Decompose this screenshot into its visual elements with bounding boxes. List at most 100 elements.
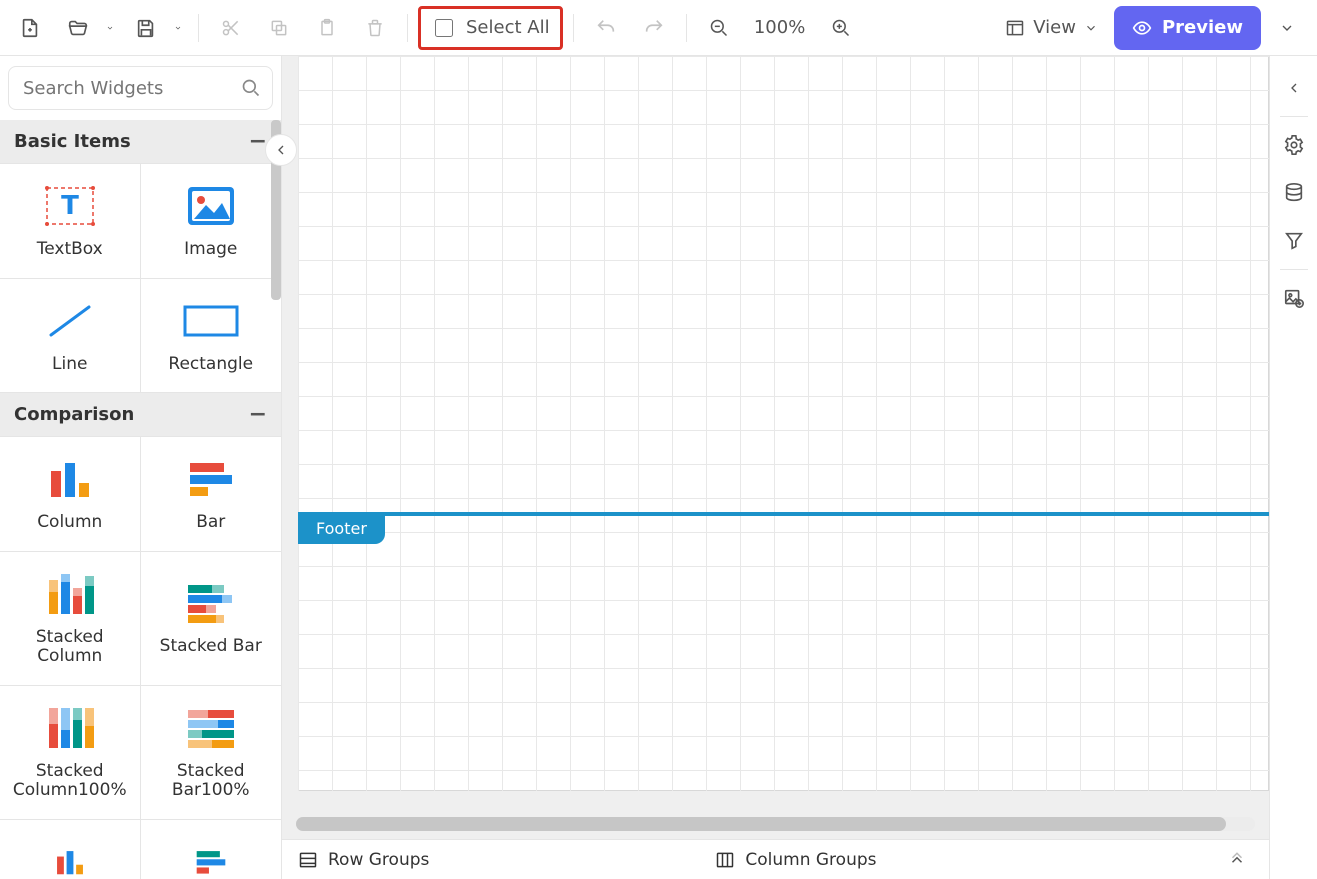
widget-stacked-column[interactable]: Stacked Column	[0, 552, 141, 686]
collapse-sidebar-button[interactable]	[265, 134, 297, 166]
design-area: Footer Row Groups Column Groups	[282, 56, 1269, 879]
image-settings-button[interactable]	[1274, 276, 1314, 320]
more-button[interactable]	[1265, 6, 1309, 50]
chevron-left-icon	[273, 142, 289, 158]
toolbar-separator	[573, 14, 574, 42]
redo-button[interactable]	[632, 6, 676, 50]
search-widgets[interactable]	[8, 66, 273, 110]
widget-more-column[interactable]	[0, 820, 141, 879]
horizontal-scrollbar[interactable]	[296, 817, 1255, 831]
widget-stacked-bar-100[interactable]: Stacked Bar100%	[141, 686, 282, 820]
zoom-level-label: 100%	[745, 17, 815, 38]
open-file-split[interactable]	[56, 6, 120, 50]
image-settings-icon	[1283, 287, 1305, 309]
column-groups-button[interactable]: Column Groups	[715, 850, 876, 870]
chevron-down-icon	[174, 22, 182, 34]
paste-button[interactable]	[305, 6, 349, 50]
widget-stacked-bar[interactable]: Stacked Bar	[141, 552, 282, 686]
column-groups-label: Column Groups	[745, 850, 876, 870]
cut-icon	[221, 18, 241, 38]
select-all-control[interactable]: Select All	[418, 6, 563, 50]
gear-icon	[1283, 134, 1305, 156]
filter-icon	[1283, 230, 1305, 252]
column-chart-icon	[40, 455, 100, 503]
widget-line[interactable]: Line	[0, 279, 141, 394]
footer-tab-label: Footer	[316, 519, 367, 538]
rail-separator	[1280, 116, 1308, 117]
new-file-button[interactable]	[8, 6, 52, 50]
undo-button[interactable]	[584, 6, 628, 50]
row-groups-label: Row Groups	[328, 850, 429, 870]
select-all-checkbox[interactable]	[435, 19, 453, 37]
save-button[interactable]	[124, 6, 168, 50]
svg-text:T: T	[61, 191, 79, 221]
zoom-in-button[interactable]	[819, 6, 863, 50]
section-header-basic[interactable]: Basic Items −	[0, 120, 281, 164]
footer-section-tab[interactable]: Footer	[298, 512, 385, 544]
expand-rail-button[interactable]	[1274, 66, 1314, 110]
search-input[interactable]	[8, 66, 273, 110]
view-label: View	[1033, 17, 1076, 38]
footer-divider[interactable]	[298, 512, 1269, 516]
row-groups-button[interactable]: Row Groups	[298, 850, 429, 870]
textbox-icon: T	[40, 182, 100, 230]
toolbar: Select All 100% View Preview	[0, 0, 1317, 56]
paste-icon	[317, 18, 337, 38]
select-all-label: Select All	[466, 17, 550, 38]
widget-label: Stacked Column100%	[6, 762, 134, 801]
undo-icon	[595, 17, 617, 39]
chevron-down-icon	[106, 22, 114, 34]
expand-groups-button[interactable]	[1221, 844, 1253, 876]
view-mode-button[interactable]: View	[993, 6, 1110, 50]
stacked-bar-100-icon	[181, 704, 241, 752]
widget-bar-chart[interactable]: Bar	[141, 437, 282, 552]
widget-label: Stacked Bar	[160, 637, 262, 657]
report-canvas[interactable]: Footer	[298, 56, 1269, 791]
preview-button[interactable]: Preview	[1114, 6, 1261, 50]
widget-label: TextBox	[37, 240, 103, 260]
open-dropdown-button[interactable]	[100, 6, 120, 50]
scrollbar-thumb[interactable]	[296, 817, 1226, 831]
toolbar-separator	[407, 14, 408, 42]
rail-separator	[1280, 269, 1308, 270]
widget-column-chart[interactable]: Column	[0, 437, 141, 552]
widget-image[interactable]: Image	[141, 164, 282, 279]
widget-more-bar[interactable]	[141, 820, 282, 879]
toolbar-separator	[686, 14, 687, 42]
cut-button[interactable]	[209, 6, 253, 50]
chevron-left-icon	[1286, 80, 1302, 96]
widget-label: Rectangle	[168, 355, 253, 375]
section-header-comparison[interactable]: Comparison −	[0, 393, 281, 437]
widget-rectangle[interactable]: Rectangle	[141, 279, 282, 394]
stacked-bar-icon	[181, 579, 241, 627]
zoom-out-icon	[709, 18, 729, 38]
file-plus-icon	[19, 17, 41, 39]
widget-textbox[interactable]: T TextBox	[0, 164, 141, 279]
zoom-in-icon	[831, 18, 851, 38]
columns-icon	[715, 850, 735, 870]
save-dropdown-button[interactable]	[168, 6, 188, 50]
status-bar: Row Groups Column Groups	[282, 839, 1269, 879]
bar-chart-icon	[181, 455, 241, 503]
stacked-column-100-icon	[40, 704, 100, 752]
widget-label: Stacked Column	[6, 628, 134, 667]
filter-button[interactable]	[1274, 219, 1314, 263]
copy-icon	[269, 18, 289, 38]
column-chart-icon	[40, 838, 100, 879]
widget-label: Bar	[196, 513, 225, 533]
widget-label: Line	[52, 355, 87, 375]
open-file-button[interactable]	[56, 6, 100, 50]
trash-icon	[365, 18, 385, 38]
chevrons-up-icon	[1228, 851, 1246, 869]
rectangle-icon	[181, 297, 241, 345]
save-split[interactable]	[124, 6, 188, 50]
data-button[interactable]	[1274, 171, 1314, 215]
eye-icon	[1132, 18, 1152, 38]
bar-chart-icon	[181, 838, 241, 879]
zoom-out-button[interactable]	[697, 6, 741, 50]
widget-stacked-column-100[interactable]: Stacked Column100%	[0, 686, 141, 820]
delete-button[interactable]	[353, 6, 397, 50]
copy-button[interactable]	[257, 6, 301, 50]
database-icon	[1283, 182, 1305, 204]
settings-button[interactable]	[1274, 123, 1314, 167]
